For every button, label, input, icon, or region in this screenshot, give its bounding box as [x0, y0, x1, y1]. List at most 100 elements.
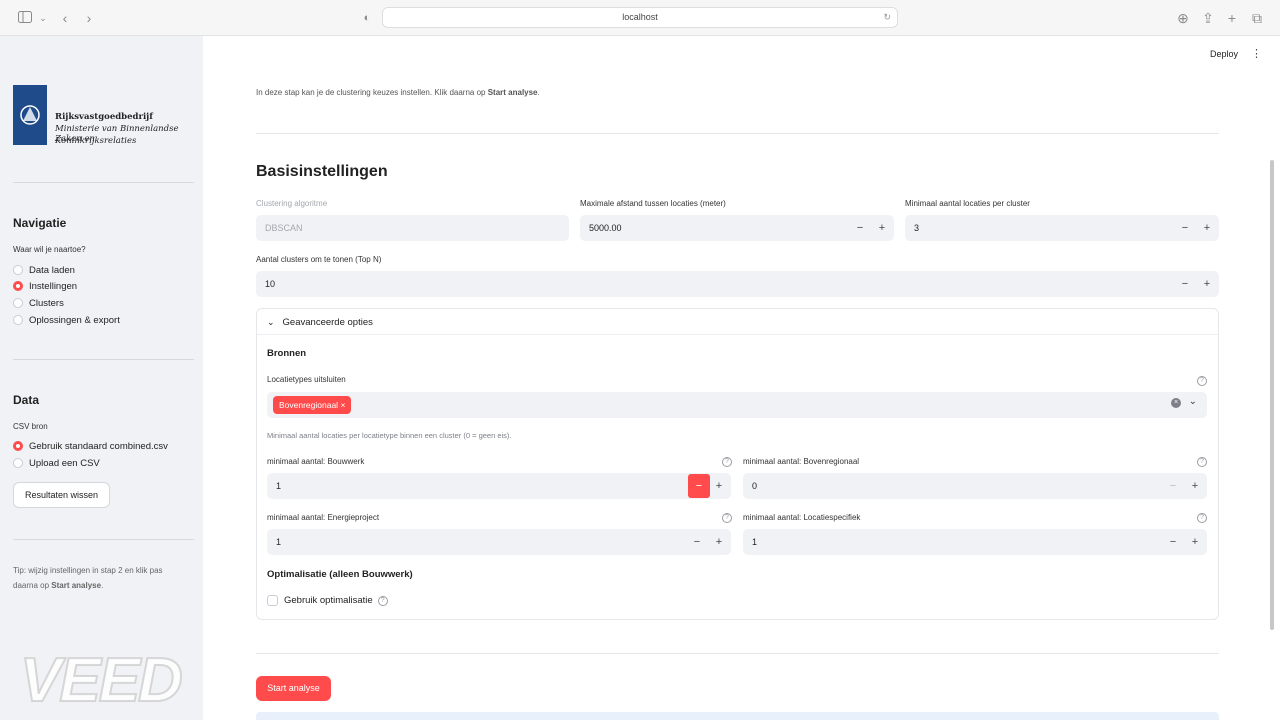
optimization-title: Optimalisatie (alleen Bouwwerk) — [267, 569, 413, 580]
chevron-down-icon[interactable]: ⌄ — [34, 9, 52, 27]
veed-watermark: VEED — [19, 645, 184, 716]
nav-radio-label: Clusters — [29, 297, 64, 309]
use-optimization-label: Gebruik optimalisatie — [284, 595, 373, 606]
distance-label: Maximale afstand tussen locaties (meter) — [580, 199, 726, 208]
advanced-options-title: Geavanceerde opties — [282, 317, 373, 328]
csv-radio-upload[interactable]: Upload een CSV — [13, 456, 100, 470]
intro-part: In deze stap kan je de clustering keuzes… — [256, 88, 488, 97]
divider — [13, 359, 194, 360]
min-per-cluster-input[interactable]: 3 − + — [905, 215, 1219, 241]
min-bouwwerk-input[interactable]: 1 + — [267, 473, 731, 499]
min-bovenregionaal-plus-button[interactable]: + — [1185, 473, 1205, 499]
help-icon[interactable]: ? — [722, 513, 732, 523]
nav-radio-clusters[interactable]: Clusters — [13, 296, 64, 310]
min-bouwwerk-plus-button[interactable]: + — [709, 473, 729, 499]
deploy-button[interactable]: Deploy — [1210, 49, 1238, 59]
back-arrow-icon[interactable]: ‹ — [56, 9, 74, 27]
min-per-type-caption: Minimaal aantal locaties per locatietype… — [267, 431, 512, 440]
min-bouwwerk-value: 1 — [276, 481, 282, 491]
share-icon[interactable]: ⇪ — [1199, 9, 1217, 27]
min-locatiespecifiek-value: 1 — [752, 537, 758, 547]
help-icon[interactable]: ? — [1197, 457, 1207, 467]
min-locatiespecifiek-minus-button[interactable]: − — [1163, 529, 1183, 555]
radio-dot-selected — [13, 281, 23, 291]
tabs-overview-icon[interactable]: ⧉ — [1248, 9, 1266, 27]
advanced-options-header[interactable]: ⌄ Geavanceerde opties — [257, 309, 1218, 335]
intro-bold: Start analyse — [487, 88, 538, 97]
min-locatiespecifiek-input[interactable]: 1 − + — [743, 529, 1207, 555]
topn-input[interactable]: 10 − + — [256, 271, 1219, 297]
csv-radio-label: Upload een CSV — [29, 457, 100, 469]
min-per-cluster-plus-button[interactable]: + — [1197, 215, 1217, 241]
scrollbar[interactable] — [1270, 160, 1274, 630]
min-energieproject-minus-button[interactable]: − — [687, 529, 707, 555]
nav-title: Navigatie — [13, 216, 67, 230]
browser-toolbar: ⌄ ‹ › ◐ localhost ↻ ⊕ ⇪ + ⧉ — [0, 0, 1280, 36]
chevron-down-icon[interactable]: ⌄ — [1189, 396, 1197, 407]
min-energieproject-label: minimaal aantal: Energieproject — [267, 513, 380, 522]
radio-dot — [13, 315, 23, 325]
tip-bold: Start analyse — [51, 581, 102, 590]
exclude-multiselect[interactable]: Bovenregionaal × × ⌄ — [267, 392, 1207, 418]
min-energieproject-value: 1 — [276, 537, 282, 547]
radio-dot — [13, 298, 23, 308]
nav-radio-data-laden[interactable]: Data laden — [13, 263, 75, 277]
address-bar[interactable]: localhost ↻ — [382, 7, 898, 28]
help-icon[interactable]: ? — [377, 595, 388, 606]
clear-results-button[interactable]: Resultaten wissen — [13, 482, 110, 508]
exclude-tag[interactable]: Bovenregionaal × — [273, 396, 352, 414]
help-icon[interactable]: ? — [1197, 376, 1207, 386]
min-locatiespecifiek-label: minimaal aantal: Locatiespecifiek — [743, 513, 861, 522]
clear-all-icon[interactable]: × — [1171, 398, 1181, 408]
distance-plus-button[interactable]: + — [872, 215, 892, 241]
radio-dot-selected — [13, 441, 23, 451]
min-energieproject-input[interactable]: 1 − + — [267, 529, 731, 555]
sidebar: Rijksvastgoedbedrijf Ministerie van Binn… — [0, 36, 203, 720]
sources-title: Bronnen — [267, 348, 307, 359]
logo-line-3: Koninkrijksrelaties — [55, 136, 137, 146]
remove-tag-icon[interactable]: × — [340, 400, 345, 410]
distance-minus-button[interactable]: − — [850, 215, 870, 241]
topn-plus-button[interactable]: + — [1197, 271, 1217, 297]
distance-value: 5000.00 — [589, 223, 622, 233]
nav-radio-label: Data laden — [29, 264, 75, 276]
min-energieproject-plus-button[interactable]: + — [709, 529, 729, 555]
tip-end: . — [101, 581, 104, 590]
shield-icon: ◐ — [363, 12, 371, 24]
nav-radio-label: Oplossingen & export — [29, 314, 120, 326]
csv-radio-standard[interactable]: Gebruik standaard combined.csv — [13, 439, 168, 453]
min-bovenregionaal-label: minimaal aantal: Bovenregionaal — [743, 457, 860, 466]
topn-minus-button[interactable]: − — [1175, 271, 1195, 297]
help-icon[interactable]: ? — [1197, 513, 1207, 523]
start-analysis-button[interactable]: Start analyse — [256, 676, 331, 701]
csv-source-label: CSV bron — [13, 422, 48, 431]
min-locatiespecifiek-plus-button[interactable]: + — [1185, 529, 1205, 555]
min-bovenregionaal-minus-button[interactable]: − — [1163, 473, 1183, 499]
forward-arrow-icon[interactable]: › — [80, 9, 98, 27]
chevron-down-icon: ⌄ — [267, 317, 275, 327]
distance-input[interactable]: 5000.00 − + — [580, 215, 894, 241]
section-title: Basisinstellingen — [256, 163, 388, 180]
reload-icon[interactable]: ↻ — [883, 8, 891, 27]
divider — [256, 653, 1219, 654]
min-per-cluster-value: 3 — [914, 223, 920, 233]
download-icon[interactable]: ⊕ — [1174, 9, 1192, 27]
main-menu-icon[interactable]: ⋮ — [1251, 47, 1262, 60]
min-bovenregionaal-input[interactable]: 0 − + — [743, 473, 1207, 499]
new-tab-icon[interactable]: + — [1223, 9, 1241, 27]
sidebar-toggle-icon[interactable] — [16, 9, 34, 27]
nav-radio-instellingen[interactable]: Instellingen — [13, 279, 77, 293]
csv-radio-label: Gebruik standaard combined.csv — [29, 440, 168, 452]
data-title: Data — [13, 393, 40, 407]
min-bouwwerk-minus-button[interactable]: − — [688, 474, 710, 498]
min-per-cluster-minus-button[interactable]: − — [1175, 215, 1195, 241]
info-box — [256, 712, 1219, 720]
topn-label: Aantal clusters om te tonen (Top N) — [256, 255, 382, 264]
use-optimization-checkbox[interactable]: Gebruik optimalisatie ? — [267, 595, 388, 606]
divider — [256, 133, 1219, 134]
min-bouwwerk-label: minimaal aantal: Bouwwerk — [267, 457, 365, 466]
help-icon[interactable]: ? — [722, 457, 732, 467]
nav-radio-oplossingen[interactable]: Oplossingen & export — [13, 313, 120, 327]
logo-emblem — [13, 85, 47, 145]
min-bovenregionaal-value: 0 — [752, 481, 758, 491]
